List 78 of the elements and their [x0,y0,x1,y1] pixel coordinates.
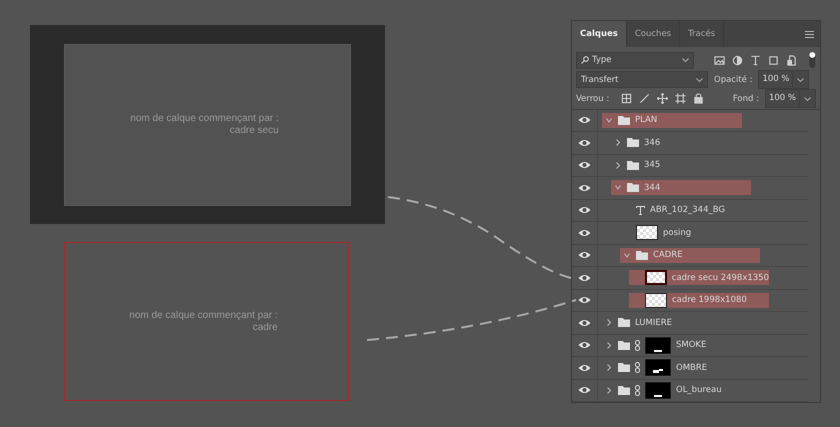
visibility-eye-icon[interactable] [578,318,591,327]
visibility-eye-icon[interactable] [578,228,591,237]
layer-row[interactable]: OMBRE [602,360,742,376]
folder-icon [618,318,630,328]
frame-caption: nom de calque commençant par : cadre [129,310,278,334]
move-icon[interactable] [657,93,668,104]
folder-icon [627,183,639,192]
folder-icon [627,160,639,170]
caret-icon [804,96,811,101]
caret-icon [682,58,690,62]
folder-icon [618,116,630,125]
folder-icon [618,340,630,350]
chevron-icon[interactable] [606,319,612,326]
search-icon [581,56,589,64]
visibility-eye-icon[interactable] [578,386,591,394]
brush-icon[interactable] [639,93,650,104]
chevron-icon[interactable] [606,342,612,349]
visibility-eye-icon[interactable] [578,138,591,147]
link-icon[interactable] [635,340,640,351]
type-icon[interactable] [750,54,762,66]
visibility-eye-icon[interactable] [578,364,591,372]
mask-thumbnail [645,359,671,376]
image-icon[interactable] [714,54,726,66]
chevron-icon[interactable] [624,252,630,259]
artboard-icon[interactable] [675,93,686,104]
adjustment-icon[interactable] [732,54,744,66]
layer-row[interactable]: cadre secu 2498x1350 [629,270,769,286]
filter-toggle[interactable] [809,50,816,70]
frame-caption: nom de calque commençant par : cadre secu [130,112,279,136]
layer-row[interactable]: PLAN [602,112,742,128]
chevron-icon[interactable] [615,184,621,192]
folder-icon [627,138,639,148]
layer-row[interactable]: SMOKE [602,338,742,353]
visibility-eye-icon[interactable] [578,116,591,124]
lock-transparency-icon[interactable] [621,93,632,104]
opacity-field[interactable]: 100 % [758,70,810,90]
layer-row[interactable]: ABR_102_344_BG [620,202,760,218]
lock-icon[interactable] [693,93,704,104]
chevron-icon[interactable] [606,386,612,394]
caret-icon [797,78,804,82]
layer-row[interactable]: LUMIERE [602,315,742,330]
visibility-eye-icon[interactable] [578,341,591,350]
visibility-eye-icon[interactable] [578,251,591,260]
visibility-eye-icon[interactable] [578,184,591,192]
lock-label: Verrou : [576,94,610,104]
transform-icon[interactable] [768,54,780,66]
blend-mode-dropdown[interactable]: Transfert [576,71,708,88]
link-icon[interactable] [635,362,640,374]
visibility-eye-icon[interactable] [578,296,591,304]
fill-label: Fond : [732,94,759,104]
folder-icon [618,386,630,395]
caret-icon [696,78,703,82]
layer-row[interactable]: posing [620,225,760,240]
layer-row[interactable]: 346 [611,135,751,150]
opacity-label: Opacité : [714,74,752,85]
layer-row[interactable]: CADRE [620,248,760,263]
mask-thumbnail [645,382,671,399]
layer-row[interactable]: 344 [611,180,751,196]
mask-thumbnail [645,336,671,354]
menu-icon[interactable] [805,30,814,38]
visibility-eye-icon[interactable] [578,161,591,170]
folder-icon [636,250,648,260]
layer-row[interactable]: 345 [611,158,751,173]
layer-row[interactable]: OL_bureau [602,382,742,398]
visibility-eye-icon[interactable] [578,274,591,282]
layer-row[interactable]: cadre 1998x1080 [629,292,769,308]
panel-tab[interactable]: Calques [572,21,627,47]
smart-object-icon[interactable] [786,54,798,66]
folder-icon [618,363,630,372]
chevron-icon[interactable] [606,364,612,372]
visibility-eye-icon[interactable] [578,206,591,214]
filter-dropdown[interactable]: Type [576,52,694,68]
fill-field[interactable]: 100 % [764,89,816,108]
chevron-icon[interactable] [606,116,612,124]
text-layer-icon [636,206,645,215]
chevron-icon[interactable] [615,139,621,146]
link-icon[interactable] [635,384,640,396]
chevron-icon[interactable] [615,162,621,169]
